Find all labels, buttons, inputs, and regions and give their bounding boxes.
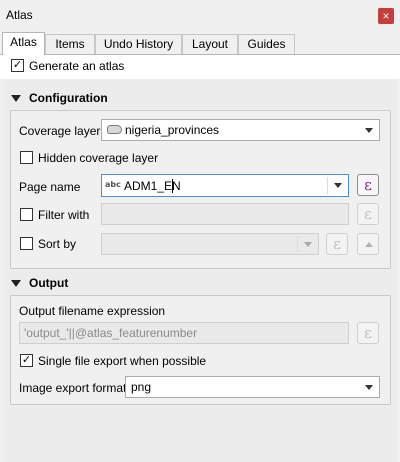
single-file-checkbox[interactable]: ✓ (20, 354, 33, 367)
filter-with-checkbox[interactable] (20, 208, 33, 221)
combo-separator (297, 236, 298, 252)
sort-expression-icon[interactable]: ε (326, 233, 348, 255)
image-format-combo[interactable]: png (125, 376, 380, 398)
single-file-label: Single file export when possible (38, 354, 207, 368)
polygon-layer-icon (107, 125, 122, 134)
string-field-icon: abc (105, 180, 121, 189)
filter-with-label: Filter with (38, 208, 90, 222)
chevron-down-icon (304, 242, 312, 247)
filter-expression-icon[interactable]: ε (357, 203, 379, 225)
configuration-collapse-icon[interactable] (11, 95, 21, 102)
text-caret (172, 179, 173, 193)
tab-bar: Atlas Items Undo History Layout Guides (0, 32, 400, 55)
image-format-label: Image export format (19, 381, 127, 395)
sort-by-checkbox[interactable] (20, 237, 33, 250)
generate-atlas-checkbox[interactable]: ✓ (11, 59, 24, 72)
tab-layout[interactable]: Layout (182, 34, 238, 54)
output-collapse-icon[interactable] (11, 280, 21, 287)
tab-atlas[interactable]: Atlas (2, 32, 45, 55)
sort-by-combo[interactable] (101, 233, 319, 255)
hidden-coverage-checkbox[interactable] (20, 151, 33, 164)
title-bar: Atlas × (0, 0, 400, 31)
arrow-up-icon (365, 242, 373, 247)
page-name-expression-icon[interactable]: ε (357, 174, 379, 196)
chevron-down-icon (334, 183, 342, 188)
hidden-coverage-label: Hidden coverage layer (38, 151, 159, 165)
tab-undo-history[interactable]: Undo History (95, 34, 182, 54)
tab-guides[interactable]: Guides (238, 34, 295, 54)
coverage-layer-combo[interactable]: nigeria_provinces (101, 119, 380, 141)
filter-expression-field[interactable] (101, 203, 349, 225)
window-title: Atlas (6, 8, 33, 22)
close-icon[interactable]: × (378, 8, 394, 24)
page-name-combo[interactable]: abc ADM1_EN (101, 174, 349, 197)
chevron-down-icon (365, 128, 373, 133)
generate-atlas-label: Generate an atlas (29, 59, 125, 73)
coverage-layer-label: Coverage layer (19, 124, 101, 138)
output-filename-label: Output filename expression (19, 304, 166, 318)
coverage-layer-value: nigeria_provinces (125, 123, 220, 137)
sort-ascending-button[interactable] (357, 233, 379, 255)
chevron-down-icon (365, 385, 373, 390)
output-expression-icon[interactable]: ε (357, 322, 379, 344)
image-format-value: png (131, 380, 152, 394)
sort-by-label: Sort by (38, 237, 77, 251)
page-name-label: Page name (19, 180, 81, 194)
combo-separator (327, 177, 328, 194)
configuration-title: Configuration (29, 91, 108, 105)
output-filename-field[interactable]: 'output_'||@atlas_featurenumber (19, 322, 349, 344)
output-title: Output (29, 276, 69, 290)
tab-items[interactable]: Items (45, 34, 95, 54)
